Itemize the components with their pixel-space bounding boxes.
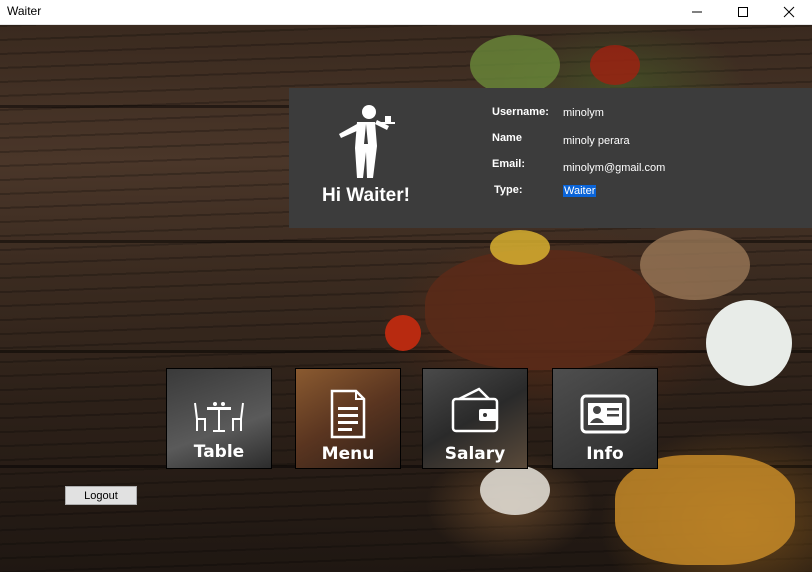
menu-document-icon [330, 389, 366, 439]
close-icon [783, 6, 795, 18]
salary-tile-label: Salary [444, 444, 506, 464]
maximize-icon [738, 7, 748, 17]
corn [490, 230, 550, 265]
type-value-field[interactable]: Waiter [563, 185, 597, 197]
table-tile-label: Table [193, 442, 245, 462]
name-value: minoly perara [563, 135, 630, 147]
logout-button[interactable]: Logout [65, 486, 137, 505]
steak [425, 250, 655, 370]
mushrooms [640, 230, 750, 300]
close-button[interactable] [766, 0, 812, 24]
greeting-heading: Hi Waiter! [322, 185, 410, 206]
wallet-icon [451, 387, 499, 433]
type-label: Type: [494, 184, 523, 196]
email-label: Email: [492, 158, 526, 170]
tomatoes [590, 45, 640, 85]
waiter-icon [339, 105, 395, 178]
username-value: minolym [563, 107, 604, 119]
potato-wedges [615, 455, 795, 565]
title-bar: Waiter [0, 0, 812, 25]
info-tile-label: Info [586, 444, 624, 464]
menu-tile-button[interactable]: Menu [295, 368, 401, 469]
table-tile-button[interactable]: Table [166, 368, 272, 469]
name-label: Name [492, 132, 522, 144]
menu-tile-label: Menu [321, 444, 375, 464]
minimize-button[interactable] [674, 0, 720, 24]
salt-spoon [480, 465, 550, 515]
salary-tile-button[interactable]: Salary [422, 368, 528, 469]
cherry-tomato [385, 315, 421, 351]
minimize-icon [692, 11, 702, 13]
maximize-button[interactable] [720, 0, 766, 24]
zucchini-slices [470, 35, 560, 95]
id-card-icon [580, 394, 630, 434]
window-title: Waiter [7, 4, 42, 18]
email-value: minolym@gmail.com [563, 162, 666, 174]
info-tile-button[interactable]: Info [552, 368, 658, 469]
username-label: Username: [492, 106, 549, 118]
dining-table-icon [194, 402, 244, 432]
dip-bowl [706, 300, 792, 386]
